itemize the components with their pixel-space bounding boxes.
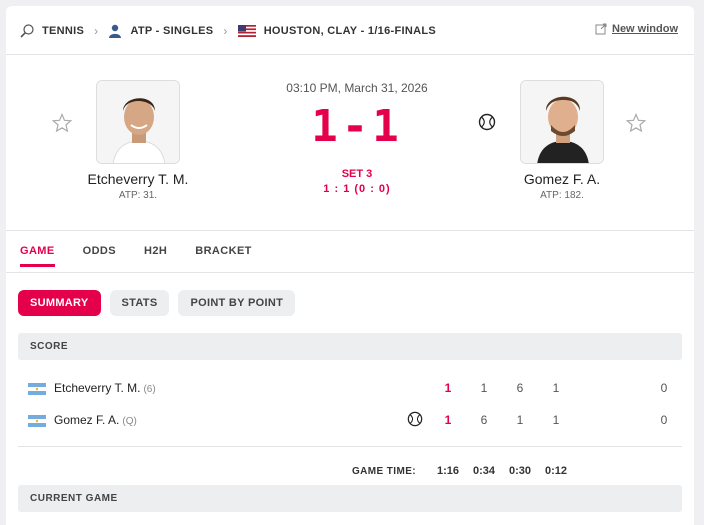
favorite-star-icon[interactable] — [626, 113, 646, 133]
game-time-set-1: 0:34 — [472, 465, 496, 477]
set-3-score: 1 — [552, 381, 560, 395]
set-1-score: 1 — [480, 381, 488, 395]
sets-won: 1 — [444, 381, 452, 395]
breadcrumb-tournament[interactable]: HOUSTON, CLAY - 1/16-FINALS — [237, 25, 437, 37]
argentina-flag-icon — [28, 415, 46, 427]
current-set-score: 1 : 1 (0 : 0) — [323, 183, 391, 195]
argentina-flag-icon — [28, 383, 46, 395]
game-time-label: GAME TIME: — [352, 466, 416, 477]
score-section-header: SCORE — [18, 333, 682, 360]
away-player-photo — [521, 81, 603, 163]
game-time-set-3: 0:12 — [544, 465, 568, 477]
match-card: TENNIS › ATP - SINGLES › HOUSTON, CLAY -… — [6, 6, 694, 525]
new-window-label: New window — [612, 23, 678, 35]
chevron-right-icon: › — [94, 24, 99, 38]
score-row-player-name[interactable]: Gomez F. A. (Q) — [54, 413, 137, 427]
current-game-points: 0 — [660, 413, 668, 427]
breadcrumb-tournament-label: HOUSTON, CLAY - 1/16-FINALS — [263, 25, 437, 37]
divider — [6, 54, 694, 55]
tab-h2h[interactable]: H2H — [144, 245, 167, 267]
breadcrumb-category[interactable]: ATP - SINGLES — [108, 24, 213, 38]
divider — [6, 230, 694, 231]
score-row-home: Etcheverry T. M. (6) 1 1 6 1 0 — [18, 376, 682, 400]
player-seed: (6) — [143, 384, 156, 395]
chevron-right-icon: › — [223, 24, 228, 38]
player-seed: (Q) — [122, 416, 137, 427]
game-time-set-2: 0:30 — [508, 465, 532, 477]
subtabs: SUMMARY STATS POINT BY POINT — [18, 290, 304, 316]
home-player-photo — [97, 81, 179, 163]
breadcrumb-sport-label: TENNIS — [42, 25, 85, 37]
current-game-points: 0 — [660, 381, 668, 395]
set-2-score: 1 — [516, 413, 524, 427]
home-player-name[interactable]: Etcheverry T. M. — [58, 171, 218, 187]
current-game-section-header: CURRENT GAME — [18, 485, 682, 512]
tennis-racket-icon — [20, 24, 34, 38]
serving-ball-icon — [478, 113, 496, 131]
breadcrumb-sport[interactable]: TENNIS — [20, 24, 84, 38]
external-link-icon — [595, 23, 607, 35]
favorite-star-icon[interactable] — [52, 113, 72, 133]
current-set-label: SET 3 — [341, 168, 373, 180]
divider — [6, 272, 694, 273]
home-player-rank: ATP: 31. — [118, 190, 158, 201]
away-player-avatar[interactable] — [520, 80, 604, 164]
breadcrumb-category-label: ATP - SINGLES — [130, 25, 214, 37]
match-tabs: GAME ODDS H2H BRACKET — [20, 245, 280, 267]
tab-odds[interactable]: ODDS — [83, 245, 116, 267]
score-row-player-name[interactable]: Etcheverry T. M. (6) — [54, 381, 156, 395]
sets-won: 1 — [444, 413, 452, 427]
game-time-total: 1:16 — [436, 465, 460, 477]
score-row-away: Gomez F. A. (Q) 1 6 1 1 0 — [18, 408, 682, 432]
tab-bracket[interactable]: BRACKET — [195, 245, 252, 267]
divider — [18, 446, 682, 447]
subtab-point-by-point[interactable]: POINT BY POINT — [178, 290, 296, 316]
person-icon — [109, 24, 122, 38]
player-name-text: Gomez F. A. — [54, 413, 120, 427]
match-datetime: 03:10 PM, March 31, 2026 — [286, 81, 428, 95]
breadcrumb: TENNIS › ATP - SINGLES › HOUSTON, CLAY -… — [20, 21, 436, 41]
away-player-rank: ATP: 182. — [540, 190, 584, 201]
tab-game[interactable]: GAME — [20, 245, 55, 267]
serving-ball-icon — [407, 411, 423, 427]
set-2-score: 6 — [516, 381, 524, 395]
set-1-score: 6 — [480, 413, 488, 427]
new-window-link[interactable]: New window — [595, 23, 678, 35]
subtab-stats[interactable]: STATS — [109, 290, 170, 316]
set-3-score: 1 — [552, 413, 560, 427]
subtab-summary[interactable]: SUMMARY — [18, 290, 101, 316]
away-player-name[interactable]: Gomez F. A. — [482, 171, 642, 187]
home-player-avatar[interactable] — [96, 80, 180, 164]
usa-flag-icon — [237, 25, 256, 37]
player-name-text: Etcheverry T. M. — [54, 381, 141, 395]
match-score: 1-1 — [311, 101, 403, 152]
